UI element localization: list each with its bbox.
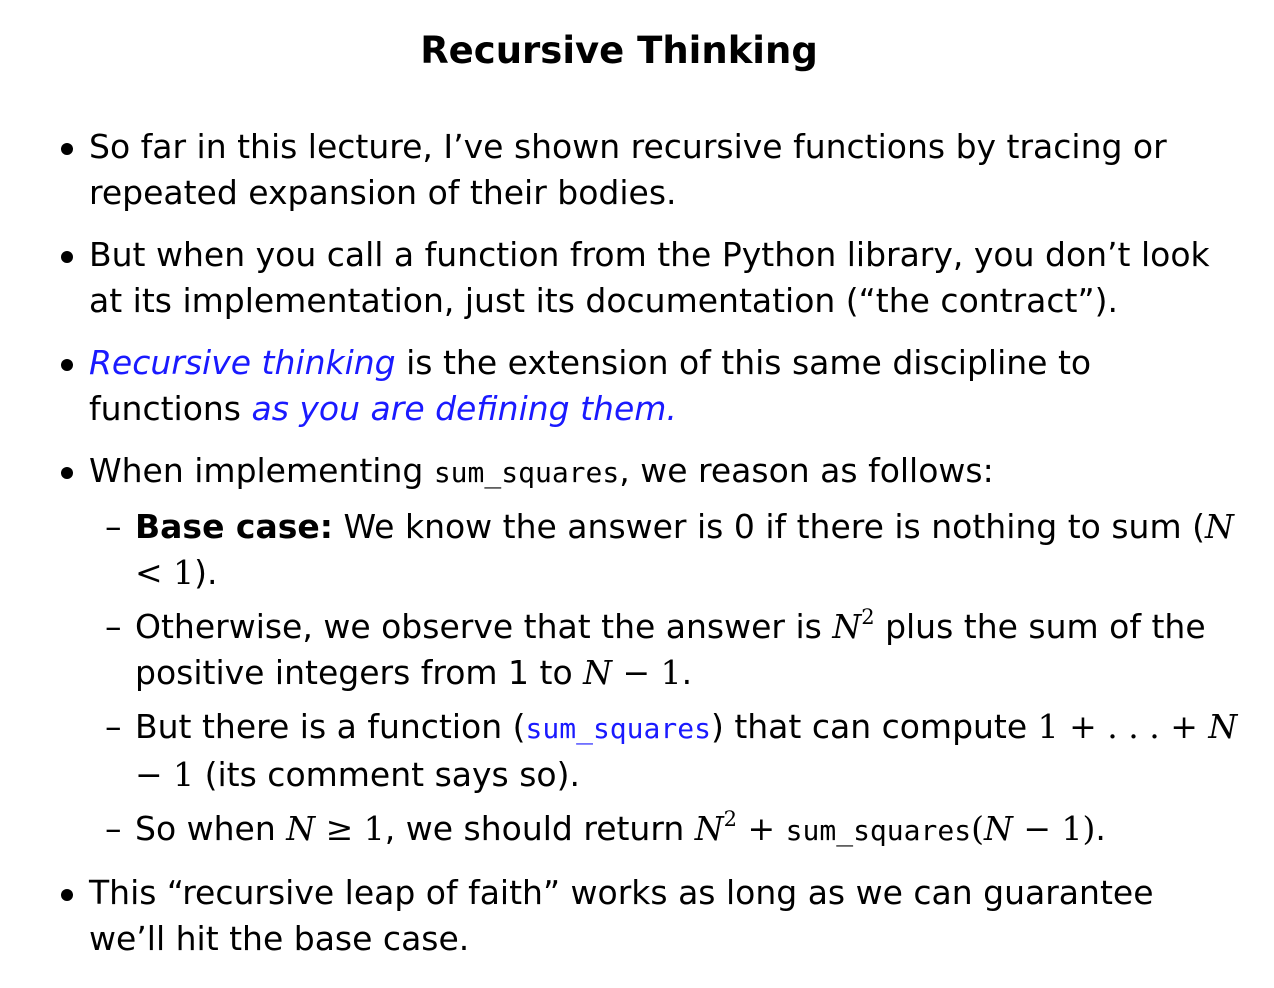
- bullet-text: But when you call a function from the Py…: [89, 235, 1210, 320]
- sub-text: But there is a function (: [135, 707, 526, 746]
- math-var: N: [694, 809, 724, 848]
- bullet-list: So far in this lecture, I’ve shown recur…: [58, 124, 1238, 978]
- bullet-item: But when you call a function from the Py…: [58, 232, 1238, 324]
- highlight-term: Recursive thinking: [89, 343, 396, 382]
- dash-icon: –: [105, 809, 122, 848]
- code-function-name: sum_squares: [785, 814, 972, 847]
- sub-text: ) that can compute: [710, 707, 1038, 746]
- sub-bullet-item: – So when N ≥ 1, we should return N2 + s…: [105, 806, 1238, 854]
- sub-bullet-item: – But there is a function (sum_squares) …: [105, 704, 1238, 798]
- math-var: N: [983, 809, 1013, 848]
- code-function-name: sum_squares: [433, 456, 620, 489]
- math-expr: − 1: [612, 653, 682, 692]
- math-var: N: [1208, 707, 1238, 746]
- bullet-item: Recursive thinking is the extension of t…: [58, 340, 1238, 432]
- bullet-text: This “recursive leap of faith” works as …: [89, 873, 1154, 958]
- math-var: N: [583, 653, 613, 692]
- bullet-dot-icon: [61, 889, 73, 901]
- code-function-link: sum_squares: [525, 712, 711, 745]
- bullet-dot-icon: [61, 143, 73, 155]
- base-case-label: Base case:: [135, 507, 333, 546]
- sub-text: , we should return: [384, 809, 695, 848]
- sub-text: Otherwise, we observe that the answer is: [135, 607, 833, 646]
- math-expr: ≥ 1: [315, 809, 385, 848]
- sub-text: ).: [194, 553, 218, 592]
- math-var: N: [286, 809, 316, 848]
- bullet-dot-icon: [61, 359, 73, 371]
- highlight-phrase: as you are defining them.: [251, 389, 677, 428]
- sub-text: (its comment says so).: [194, 755, 580, 794]
- math-var: N: [832, 607, 862, 646]
- sub-text: We know the answer is 0 if there is noth…: [332, 507, 1205, 546]
- sub-bullet-list: – Base case: We know the answer is 0 if …: [89, 504, 1238, 854]
- sub-text: .: [1095, 809, 1106, 848]
- bullet-text: So far in this lecture, I’ve shown recur…: [89, 127, 1167, 212]
- dash-icon: –: [105, 607, 122, 646]
- sub-text: .: [681, 653, 693, 692]
- math-expr: +: [737, 809, 786, 848]
- bullet-item: This “recursive leap of faith” works as …: [58, 870, 1238, 962]
- math-expr: < 1: [135, 553, 195, 592]
- math-expr: (: [971, 809, 984, 848]
- math-expr: − 1: [135, 755, 195, 794]
- slide: Recursive Thinking So far in this lectur…: [0, 0, 1274, 988]
- sub-bullet-item: – Otherwise, we observe that the answer …: [105, 604, 1238, 696]
- math-exponent: 2: [861, 605, 875, 629]
- math-expr: 1 + . . . +: [1037, 707, 1209, 746]
- sub-bullet-item: – Base case: We know the answer is 0 if …: [105, 504, 1238, 596]
- bullet-dot-icon: [61, 251, 73, 263]
- slide-title: Recursive Thinking: [420, 29, 818, 72]
- bullet-text: When implementing: [89, 451, 434, 490]
- math-var: N: [1204, 507, 1234, 546]
- math-exponent: 2: [723, 807, 737, 831]
- dash-icon: –: [105, 507, 122, 546]
- math-expr: − 1): [1012, 809, 1096, 848]
- bullet-item: When implementing sum_squares, we reason…: [58, 448, 1238, 854]
- bullet-text: , we reason as follows:: [619, 451, 994, 490]
- sub-text: So when: [135, 809, 287, 848]
- dash-icon: –: [105, 707, 122, 746]
- bullet-item: So far in this lecture, I’ve shown recur…: [58, 124, 1238, 216]
- bullet-dot-icon: [61, 467, 73, 479]
